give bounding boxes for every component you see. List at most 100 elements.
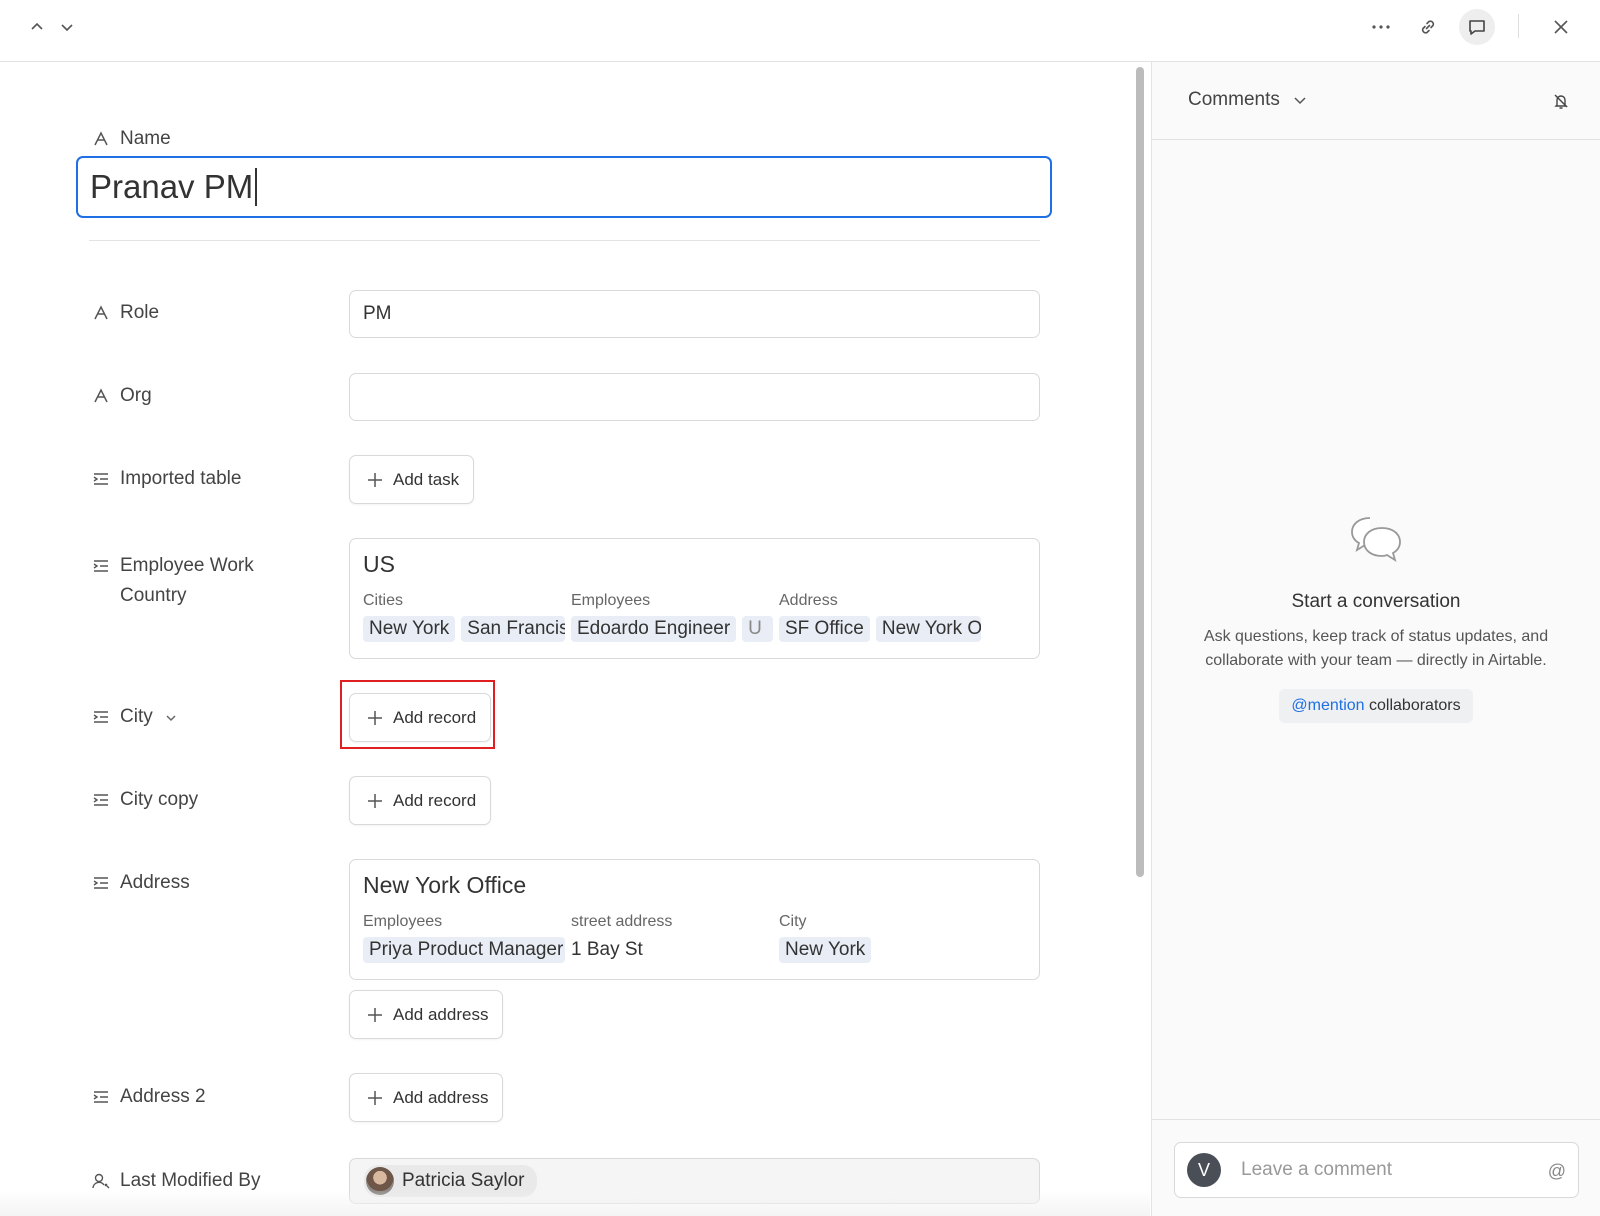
toggle-comments-button[interactable]: [1459, 9, 1495, 45]
comments-filter-dropdown[interactable]: Comments: [1188, 89, 1308, 111]
column-label: Address: [779, 592, 838, 609]
add-task-label: Add task: [393, 469, 460, 489]
chip-list: New York San Francisco: [363, 616, 571, 642]
highlight-box: [340, 680, 495, 749]
field-label-text: Address 2: [120, 1086, 206, 1107]
field-label-text: Org: [120, 385, 152, 406]
org-input[interactable]: [349, 373, 1040, 421]
add-record-label: Add record: [393, 790, 477, 810]
field-label-employee-work-country: Employee Work Country: [92, 551, 292, 611]
chevron-down-icon: [61, 24, 73, 32]
city-copy-add-record-button[interactable]: Add record: [349, 776, 492, 825]
plus-icon: [368, 1007, 382, 1022]
role-input[interactable]: PM: [349, 290, 1040, 338]
copy-link-button[interactable]: [1413, 12, 1443, 42]
chat-bubbles-icon: [1351, 517, 1401, 563]
chip-list: Priya Product Manager: [363, 937, 571, 963]
chevron-up-icon: [31, 22, 43, 30]
record-chip: New York: [363, 616, 456, 642]
card-columns: Cities New York San Francisco Employees …: [363, 592, 1026, 642]
linked-record-icon: [93, 473, 108, 485]
text-field-icon: [94, 305, 108, 320]
field-label-city: City: [92, 706, 179, 728]
field-label-text: City copy: [120, 789, 199, 810]
field-label-address-2: Address 2: [92, 1086, 206, 1108]
card-column-city: City New York: [779, 913, 987, 963]
mention-suffix: collaborators: [1364, 697, 1461, 714]
avatar: V: [1187, 1153, 1221, 1187]
text-caret: [255, 168, 258, 206]
comments-title: Comments: [1188, 89, 1280, 110]
more-options-button[interactable]: [1366, 12, 1396, 42]
previous-record-button[interactable]: [24, 14, 50, 40]
add-task-button[interactable]: Add task: [349, 455, 475, 504]
field-label-role: Role: [92, 302, 159, 324]
column-label: Employees: [571, 592, 651, 609]
chip-list: SF Office New York Office: [779, 616, 987, 642]
bottom-fade: [0, 1190, 1150, 1216]
notifications-toggle[interactable]: [1552, 92, 1570, 115]
record-chip: San Francisco: [461, 616, 565, 642]
card-column-street-address: street address 1 Bay St: [571, 913, 779, 963]
linked-record-card-new-york-office[interactable]: New York Office Employees Priya Product …: [349, 859, 1040, 980]
field-label-name: Name: [92, 128, 171, 150]
record-chip: SF Office: [779, 616, 870, 642]
record-chip: Priya Product Manager: [363, 937, 565, 963]
field-label-text: Name: [120, 128, 171, 149]
mention-icon[interactable]: @: [1548, 1161, 1566, 1182]
street-address-value: 1 Bay St: [571, 939, 643, 960]
linked-record-card-us[interactable]: US Cities New York San Francisco Employe…: [349, 538, 1040, 659]
field-label-text: Role: [120, 302, 160, 323]
comment-icon: [1469, 20, 1485, 35]
card-column-address: Address SF Office New York Office: [779, 592, 987, 642]
card-column-employees: Employees Priya Product Manager: [363, 913, 571, 963]
mention-collaborators-button[interactable]: @mention collaborators: [1279, 689, 1473, 723]
user-modified-icon: [92, 1173, 110, 1189]
card-column-employees: Employees Edoardo Engineer U: [571, 592, 779, 642]
add-address-label: Add address: [393, 1004, 489, 1024]
field-label-address: Address: [92, 872, 190, 894]
field-label-org: Org: [92, 385, 152, 407]
record-topbar: [0, 0, 1600, 62]
field-label-text: Last Modified By: [120, 1170, 261, 1191]
name-input[interactable]: Pranav PM: [76, 156, 1052, 218]
scrollbar[interactable]: [1136, 67, 1144, 877]
toolbar-divider: [1518, 14, 1519, 38]
address-2-add-address-button[interactable]: Add address: [349, 1073, 504, 1122]
linked-record-icon: [93, 877, 108, 889]
chip-list: Edoardo Engineer U: [571, 616, 779, 642]
chip-list: New York: [779, 937, 987, 963]
field-label-text: Address: [120, 872, 190, 893]
card-title: New York Office: [363, 872, 527, 898]
card-title: US: [363, 551, 395, 577]
field-label-text: Imported table: [120, 468, 242, 489]
user-name: Patricia Saylor: [402, 1170, 525, 1191]
role-value: PM: [363, 303, 392, 324]
add-address-button[interactable]: Add address: [349, 990, 504, 1039]
column-label: City: [779, 913, 807, 930]
field-label-text: Employee Work Country: [120, 555, 254, 606]
comment-input-box[interactable]: V @: [1174, 1142, 1579, 1198]
card-columns: Employees Priya Product Manager street a…: [363, 913, 1026, 963]
record-chip: New York Office: [875, 616, 981, 642]
column-label: Cities: [363, 592, 404, 609]
mention-link: @mention: [1291, 697, 1365, 714]
section-divider: [89, 240, 1040, 241]
plus-icon: [368, 793, 382, 808]
empty-state-description: Ask questions, keep track of status upda…: [1203, 628, 1549, 669]
linked-record-icon: [93, 794, 108, 806]
linked-record-icon: [93, 1091, 108, 1103]
record-chip: U: [742, 616, 773, 642]
record-chip: New York: [779, 937, 872, 963]
comments-empty-state: Start a conversation Ask questions, keep…: [1152, 514, 1600, 723]
chevron-down-icon[interactable]: [163, 710, 179, 726]
comment-input[interactable]: [1241, 1159, 1531, 1181]
name-value: Pranav PM: [90, 168, 254, 205]
plus-icon: [368, 472, 382, 487]
chevron-down-icon: [1294, 97, 1306, 105]
add-address-label: Add address: [393, 1087, 489, 1107]
close-record-button[interactable]: [1546, 12, 1576, 42]
next-record-button[interactable]: [54, 14, 80, 40]
card-column-cities: Cities New York San Francisco: [363, 592, 571, 642]
link-icon: [1421, 20, 1435, 34]
